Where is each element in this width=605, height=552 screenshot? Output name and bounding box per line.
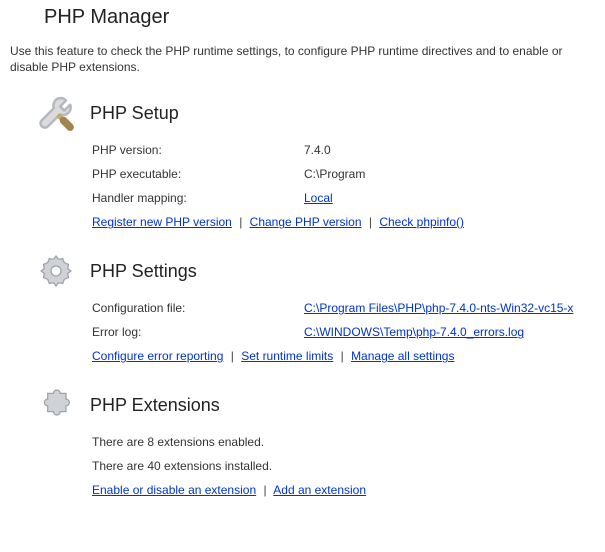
- add-extension-link[interactable]: Add an extension: [273, 483, 366, 497]
- section-title: PHP Setup: [90, 103, 179, 124]
- register-php-link[interactable]: Register new PHP version: [92, 215, 232, 229]
- php-executable-label: PHP executable:: [92, 167, 292, 181]
- php-executable-value: C:\Program: [304, 167, 595, 181]
- tools-icon: [36, 93, 76, 133]
- handler-mapping-link[interactable]: Local: [304, 191, 333, 205]
- handler-mapping-label: Handler mapping:: [92, 191, 292, 205]
- change-php-link[interactable]: Change PHP version: [250, 215, 362, 229]
- puzzle-icon: [36, 385, 76, 425]
- config-file-link[interactable]: C:\Program Files\PHP\php-7.4.0-nts-Win32…: [304, 301, 573, 315]
- section-title: PHP Settings: [90, 261, 197, 282]
- set-runtime-limits-link[interactable]: Set runtime limits: [241, 349, 333, 363]
- error-log-link[interactable]: C:\WINDOWS\Temp\php-7.4.0_errors.log: [304, 325, 524, 339]
- enable-disable-extension-link[interactable]: Enable or disable an extension: [92, 483, 256, 497]
- extensions-installed-text: There are 40 extensions installed.: [92, 459, 595, 473]
- section-title: PHP Extensions: [90, 395, 220, 416]
- manage-all-settings-link[interactable]: Manage all settings: [351, 349, 454, 363]
- php-version-label: PHP version:: [92, 143, 292, 157]
- page-title: PHP Manager: [44, 6, 595, 29]
- intro-text: Use this feature to check the PHP runtim…: [10, 43, 595, 75]
- separator: |: [337, 349, 348, 363]
- configure-error-reporting-link[interactable]: Configure error reporting: [92, 349, 223, 363]
- separator: |: [235, 215, 246, 229]
- section-php-extensions: PHP Extensions There are 8 extensions en…: [10, 385, 595, 497]
- gear-icon: [36, 251, 76, 291]
- config-file-label: Configuration file:: [92, 301, 292, 315]
- section-php-settings: PHP Settings Configuration file: C:\Prog…: [10, 251, 595, 363]
- separator: |: [365, 215, 376, 229]
- separator: |: [227, 349, 238, 363]
- php-version-value: 7.4.0: [304, 143, 595, 157]
- section-php-setup: PHP Setup PHP version: 7.4.0 PHP executa…: [10, 93, 595, 229]
- error-log-label: Error log:: [92, 325, 292, 339]
- check-phpinfo-link[interactable]: Check phpinfo(): [379, 215, 464, 229]
- separator: |: [259, 483, 270, 497]
- extensions-enabled-text: There are 8 extensions enabled.: [92, 435, 595, 449]
